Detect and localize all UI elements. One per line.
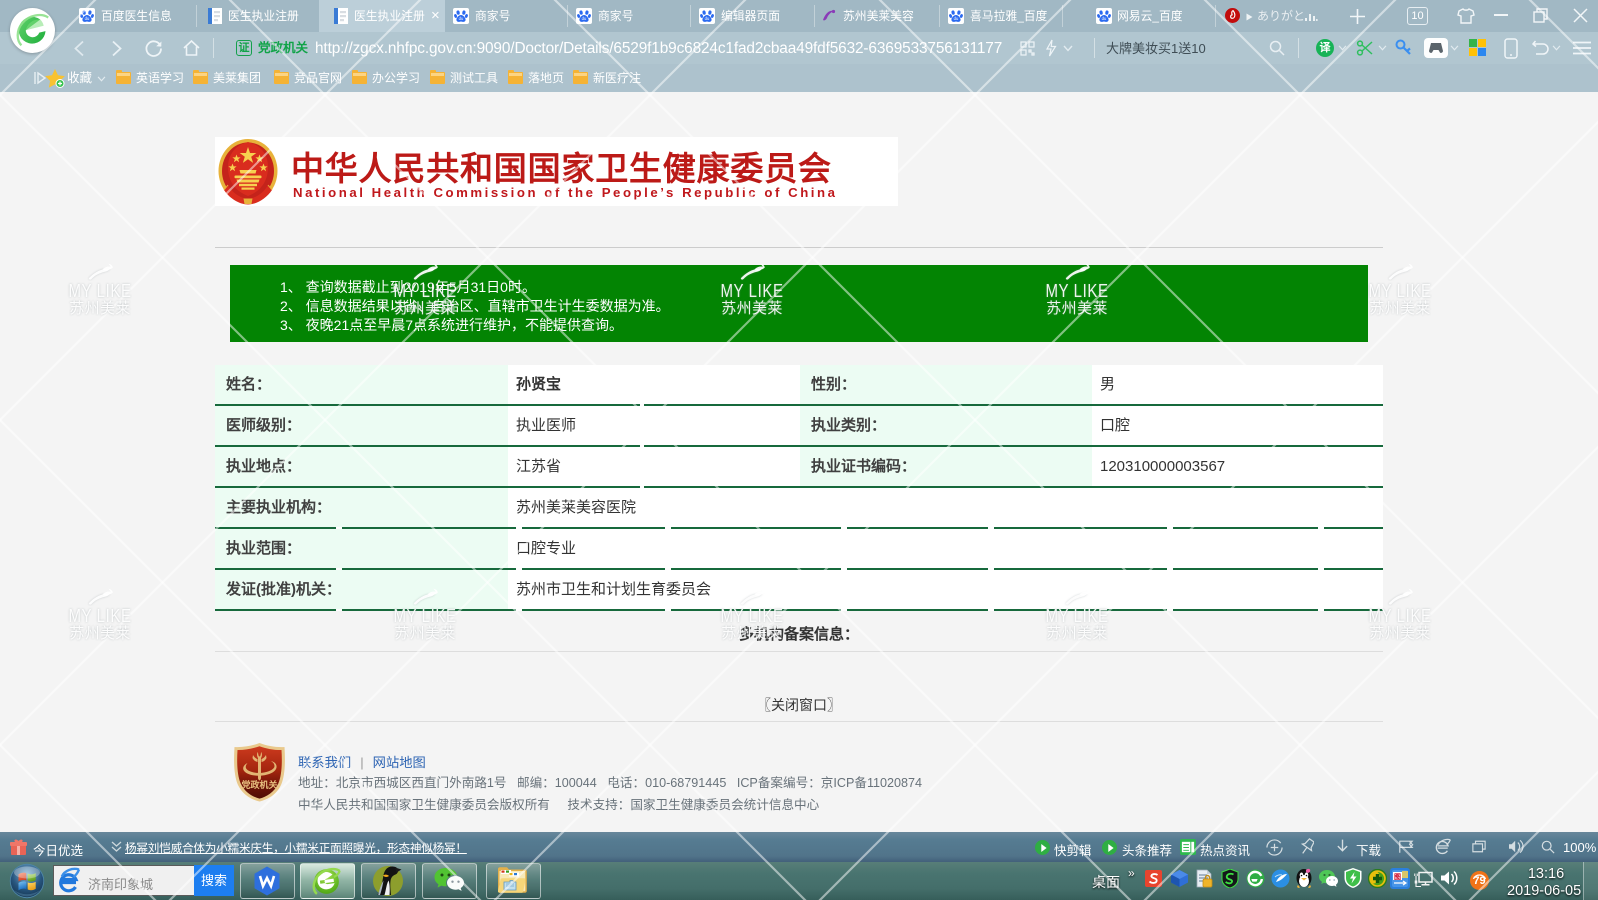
svg-text:du: du xyxy=(705,16,710,21)
svg-text:du: du xyxy=(1102,16,1107,21)
svg-text:图: 图 xyxy=(1394,872,1401,881)
svg-text:du: du xyxy=(459,16,464,21)
svg-text:du: du xyxy=(85,16,90,21)
svg-text:党政机关: 党政机关 xyxy=(241,779,277,790)
svg-text:du: du xyxy=(954,16,959,21)
svg-text:du: du xyxy=(582,16,587,21)
